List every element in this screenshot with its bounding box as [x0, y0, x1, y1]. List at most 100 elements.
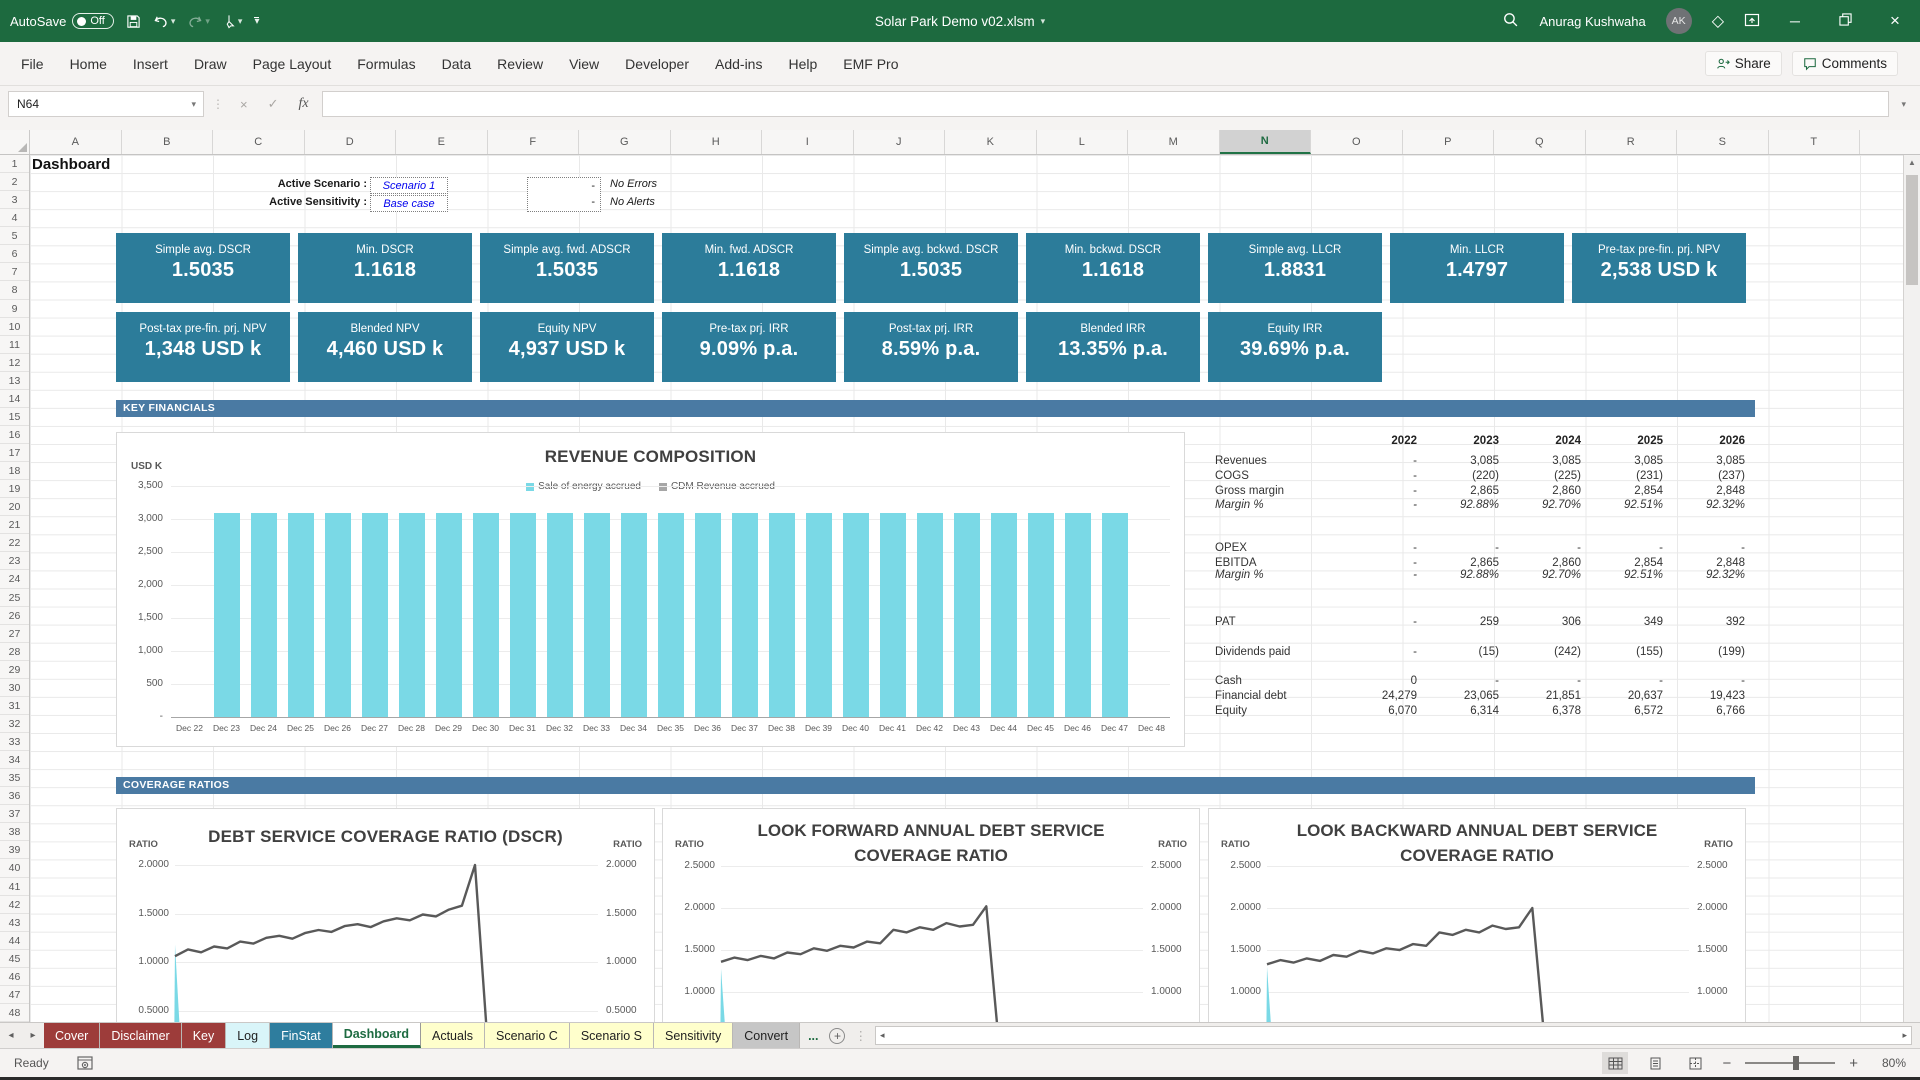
ribbon-tab-home[interactable]: Home	[57, 48, 120, 80]
row-header-3[interactable]: 3	[0, 191, 29, 209]
autosave-toggle[interactable]: AutoSave Off	[10, 13, 114, 29]
sheet-overflow-button[interactable]: ...	[800, 1023, 826, 1048]
row-header-11[interactable]: 11	[0, 336, 29, 354]
sheet-tab-key[interactable]: Key	[182, 1023, 227, 1048]
ribbon-tab-insert[interactable]: Insert	[120, 48, 181, 80]
row-header-2[interactable]: 2	[0, 173, 29, 191]
row-header-12[interactable]: 12	[0, 354, 29, 372]
sheet-tab-sensitivity[interactable]: Sensitivity	[654, 1023, 733, 1048]
row-header-18[interactable]: 18	[0, 462, 29, 480]
sheet-tab-actuals[interactable]: Actuals	[421, 1023, 485, 1048]
row-header-29[interactable]: 29	[0, 661, 29, 679]
row-header-36[interactable]: 36	[0, 787, 29, 805]
search-icon[interactable]	[1502, 11, 1519, 31]
row-header-40[interactable]: 40	[0, 859, 29, 877]
row-header-4[interactable]: 4	[0, 209, 29, 227]
column-header-J[interactable]: J	[854, 130, 946, 154]
row-header-45[interactable]: 45	[0, 950, 29, 968]
row-header-25[interactable]: 25	[0, 589, 29, 607]
column-header-Q[interactable]: Q	[1494, 130, 1586, 154]
row-header-47[interactable]: 47	[0, 986, 29, 1004]
row-header-46[interactable]: 46	[0, 968, 29, 986]
ribbon-tab-data[interactable]: Data	[429, 48, 485, 80]
premium-diamond-icon[interactable]: ◇	[1712, 11, 1724, 31]
sheet-nav-left-icon[interactable]: ◂	[0, 1023, 22, 1048]
column-header-G[interactable]: G	[579, 130, 671, 154]
ribbon-tab-review[interactable]: Review	[484, 48, 556, 80]
document-title[interactable]: Solar Park Demo v02.xlsm▾	[875, 0, 1045, 42]
close-button[interactable]: ×	[1880, 11, 1910, 31]
row-header-6[interactable]: 6	[0, 245, 29, 263]
horizontal-scrollbar[interactable]: ◂ ▸	[875, 1026, 1912, 1045]
zoom-level[interactable]: 80%	[1872, 1056, 1906, 1070]
row-header-43[interactable]: 43	[0, 914, 29, 932]
column-header-F[interactable]: F	[488, 130, 580, 154]
ribbon-tab-file[interactable]: File	[8, 48, 57, 80]
formula-input[interactable]	[322, 91, 1890, 117]
vertical-scrollbar[interactable]: ▲	[1903, 155, 1920, 1022]
row-header-19[interactable]: 19	[0, 480, 29, 498]
ribbon-tab-draw[interactable]: Draw	[181, 48, 240, 80]
page-layout-view-button[interactable]	[1642, 1052, 1668, 1074]
zoom-out-button[interactable]: −	[1722, 1055, 1731, 1072]
row-header-32[interactable]: 32	[0, 715, 29, 733]
row-header-26[interactable]: 26	[0, 607, 29, 625]
touch-mouse-mode-icon[interactable]: ▾	[222, 14, 243, 29]
scroll-up-icon[interactable]: ▲	[1904, 155, 1920, 172]
ribbon-tab-help[interactable]: Help	[775, 48, 830, 80]
column-header-P[interactable]: P	[1403, 130, 1495, 154]
ribbon-tab-view[interactable]: View	[556, 48, 612, 80]
active-scenario-value[interactable]: Scenario 1	[370, 177, 448, 194]
normal-view-button[interactable]	[1602, 1052, 1628, 1074]
row-header-7[interactable]: 7	[0, 263, 29, 281]
sheet-tab-disclaimer[interactable]: Disclaimer	[100, 1023, 181, 1048]
scroll-right-icon[interactable]: ▸	[1902, 1030, 1907, 1041]
row-header-5[interactable]: 5	[0, 227, 29, 245]
row-header-17[interactable]: 17	[0, 444, 29, 462]
row-header-14[interactable]: 14	[0, 390, 29, 408]
row-header-20[interactable]: 20	[0, 498, 29, 516]
name-box[interactable]: N64▾	[8, 91, 204, 117]
page-break-view-button[interactable]	[1682, 1052, 1708, 1074]
column-header-D[interactable]: D	[305, 130, 397, 154]
ribbon-tab-emf-pro[interactable]: EMF Pro	[830, 48, 911, 80]
row-header-38[interactable]: 38	[0, 823, 29, 841]
new-sheet-button[interactable]: +	[826, 1023, 848, 1048]
column-header-B[interactable]: B	[122, 130, 214, 154]
row-header-13[interactable]: 13	[0, 372, 29, 390]
row-header-16[interactable]: 16	[0, 426, 29, 444]
restore-button[interactable]	[1830, 13, 1860, 29]
row-header-27[interactable]: 27	[0, 625, 29, 643]
row-header-39[interactable]: 39	[0, 841, 29, 859]
undo-icon[interactable]: ▾	[153, 14, 176, 29]
row-header-23[interactable]: 23	[0, 552, 29, 570]
row-header-37[interactable]: 37	[0, 805, 29, 823]
sheet-nav-right-icon[interactable]: ▸	[22, 1023, 44, 1048]
row-header-48[interactable]: 48	[0, 1004, 29, 1022]
column-header-R[interactable]: R	[1586, 130, 1678, 154]
column-header-E[interactable]: E	[396, 130, 488, 154]
sheet-tab-convert[interactable]: Convert	[733, 1023, 800, 1048]
row-header-41[interactable]: 41	[0, 878, 29, 896]
scroll-left-icon[interactable]: ◂	[880, 1030, 885, 1041]
macro-record-icon[interactable]	[77, 1056, 93, 1070]
column-header-M[interactable]: M	[1128, 130, 1220, 154]
row-header-33[interactable]: 33	[0, 733, 29, 751]
ribbon-tab-add-ins[interactable]: Add-ins	[702, 48, 775, 80]
row-header-35[interactable]: 35	[0, 769, 29, 787]
column-header-H[interactable]: H	[671, 130, 763, 154]
sheet-tab-scenario-s[interactable]: Scenario S	[570, 1023, 654, 1048]
save-icon[interactable]	[126, 14, 141, 29]
active-sensitivity-value[interactable]: Base case	[370, 195, 448, 212]
row-header-42[interactable]: 42	[0, 896, 29, 914]
sheet-tab-finstat[interactable]: FinStat	[270, 1023, 333, 1048]
row-header-24[interactable]: 24	[0, 570, 29, 588]
cancel-icon[interactable]: ×	[233, 97, 255, 112]
column-header-S[interactable]: S	[1677, 130, 1769, 154]
minimize-button[interactable]: ─	[1780, 13, 1810, 29]
row-header-1[interactable]: 1	[0, 155, 29, 173]
expand-formula-bar-icon[interactable]: ▾	[1895, 99, 1912, 110]
customize-toolbar-icon[interactable]: ▾	[254, 17, 259, 26]
row-header-8[interactable]: 8	[0, 281, 29, 299]
row-header-9[interactable]: 9	[0, 300, 29, 318]
